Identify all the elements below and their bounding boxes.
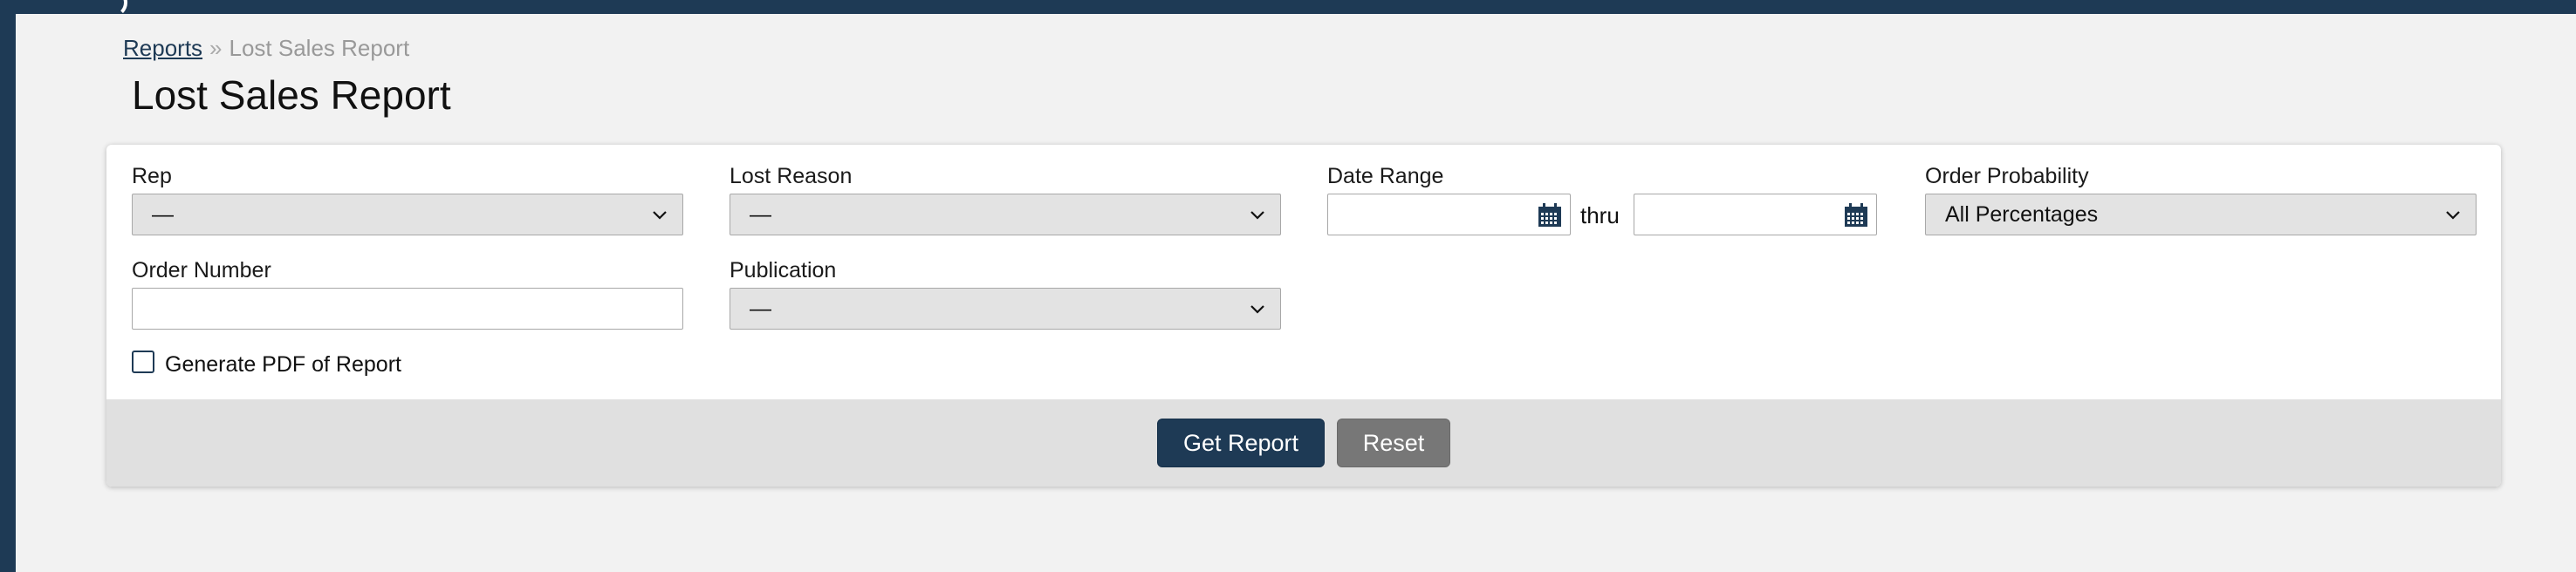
date-range-label: Date Range — [1327, 164, 1444, 188]
generate-pdf-checkbox[interactable] — [132, 351, 154, 373]
page-title: Lost Sales Report — [132, 72, 451, 118]
logo-icon[interactable] — [98, 0, 127, 17]
get-report-button[interactable]: Get Report — [1157, 419, 1325, 467]
breadcrumb: Reports » Lost Sales Report — [123, 35, 409, 62]
order-probability-select-value: All Percentages — [1945, 202, 2099, 227]
report-filter-card: Rep — Lost Reason — Date Range thru Orde… — [106, 145, 2501, 487]
calendar-icon[interactable] — [1537, 202, 1563, 228]
order-number-label: Order Number — [132, 258, 271, 283]
chevron-down-icon — [1250, 305, 1264, 314]
publication-select[interactable]: — — [730, 288, 1281, 330]
rep-label: Rep — [132, 164, 172, 188]
lost-reason-select[interactable]: — — [730, 194, 1281, 235]
calendar-icon[interactable] — [1843, 202, 1869, 228]
date-to-input[interactable] — [1634, 194, 1877, 235]
chevron-down-icon — [1250, 211, 1264, 220]
date-range-thru-label: thru — [1580, 202, 1620, 228]
rep-select[interactable]: — — [132, 194, 683, 235]
form-actions-footer: Get Report Reset — [106, 399, 2501, 487]
publication-label: Publication — [730, 258, 837, 283]
generate-pdf-label[interactable]: Generate PDF of Report — [165, 352, 401, 378]
reset-button[interactable]: Reset — [1337, 419, 1450, 467]
rep-select-value: — — [152, 202, 174, 227]
breadcrumb-current: Lost Sales Report — [229, 35, 410, 61]
lost-reason-label: Lost Reason — [730, 164, 853, 188]
order-probability-select[interactable]: All Percentages — [1925, 194, 2477, 235]
left-edge-bar — [0, 0, 16, 572]
chevron-down-icon — [653, 211, 667, 220]
lost-reason-select-value: — — [750, 202, 771, 227]
chevron-down-icon — [2446, 211, 2460, 220]
order-number-input[interactable] — [132, 288, 683, 330]
breadcrumb-reports-link[interactable]: Reports — [123, 35, 202, 61]
date-from-input[interactable] — [1327, 194, 1571, 235]
top-header-bar — [0, 0, 2576, 14]
order-probability-label: Order Probability — [1925, 164, 2089, 188]
breadcrumb-separator: » — [209, 35, 223, 61]
publication-select-value: — — [750, 296, 771, 321]
